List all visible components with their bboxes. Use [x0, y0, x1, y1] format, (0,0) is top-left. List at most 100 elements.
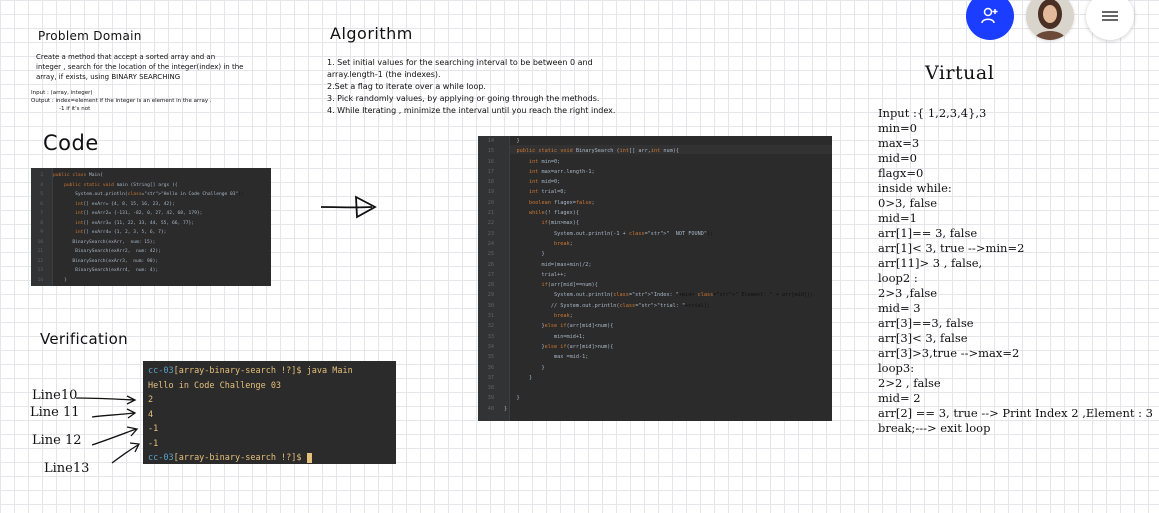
- code-text: }else if(arr[mid]>num){: [504, 343, 614, 350]
- line-number: 8: [40, 220, 43, 226]
- line-arrows: [75, 395, 140, 464]
- line-number: 26: [487, 261, 494, 268]
- add-user-icon: [981, 7, 998, 24]
- terminal-line: cc-03[array-binary-search !?]$ java Main: [148, 366, 353, 376]
- virtual-trace-line: min=0: [878, 121, 917, 135]
- code-line: 20 boolean flagex=false;: [480, 198, 813, 208]
- algorithm-code-screenshot: 14 } 15 public static void BinarySearch (…: [478, 136, 832, 421]
- avatar[interactable]: [1026, 0, 1074, 40]
- code-line: 35 max =mid-1;: [480, 352, 813, 362]
- virtual-trace-line: arr[3]==3, false: [878, 316, 974, 330]
- code-line: 9 int[] exArr4= {1, 2, 3, 5, 6, 7};: [33, 228, 244, 238]
- virtual-trace-line: 2>3 ,false: [878, 286, 938, 300]
- code-text: int max=arr.length-1;: [529, 168, 595, 175]
- code-text: public class Main{: [53, 173, 103, 178]
- line-number: 13: [37, 268, 43, 273]
- problem-output: Output : index=element if the integer is…: [31, 98, 212, 104]
- line-number: 27: [487, 271, 494, 278]
- code-text: int[] exArr2= {-131, -82, 0, 27, 42, 68,…: [75, 211, 203, 216]
- code-text: trial++;: [504, 271, 567, 278]
- code-text: break;: [553, 240, 573, 247]
- terminal-line: 2: [148, 395, 154, 405]
- problem-desc-line: Create a method that accept a sorted arr…: [36, 53, 216, 61]
- hamburger-menu-icon: [1102, 11, 1118, 21]
- code-text: int[] exArr= {4, 8, 15, 16, 23, 42};: [75, 201, 175, 207]
- line-number: 23: [487, 230, 494, 237]
- code-text: boolean flagex=false;: [529, 199, 595, 206]
- code-line: 7 int[] exArr2= {-131, -82, 0, 27, 42, 6…: [33, 209, 244, 219]
- code-text: if(arr[mid]==num){: [541, 282, 598, 289]
- code-line: 29 System.out.println(class="str">"Index…: [480, 290, 814, 300]
- virtual-trace-line: arr[1]< 3, true -->min=2: [878, 241, 1025, 255]
- code-line: 4 public static void main (String[] args…: [33, 181, 244, 191]
- problem-input: Input : (array, integer): [31, 90, 93, 96]
- virtual-trace-line: 0>3, false: [878, 196, 938, 210]
- code-line: 39 }: [480, 393, 813, 403]
- code-line: 10 BinarySearch(exArr, num: 15);: [33, 238, 244, 248]
- share-button[interactable]: [966, 0, 1014, 40]
- line-number: 37: [487, 374, 494, 381]
- virtual-trace-line: loop3:: [878, 361, 915, 375]
- line-number: 34: [487, 343, 494, 350]
- line-number: 33: [487, 333, 494, 340]
- code-line: 12 BinarySearch(exArr3, num: 90);: [33, 257, 244, 267]
- code-text: min=mid+1;: [504, 333, 586, 340]
- algorithm-step: 2.Set a flag to iterate over a while loo…: [327, 82, 486, 91]
- code-text: int[] exArr4= {1, 2, 3, 5, 6, 7};: [75, 230, 167, 235]
- code-line: 8 int[] exArr3= {11, 22, 33, 44, 55, 66,…: [33, 219, 244, 229]
- line-number: 38: [487, 385, 494, 392]
- code-text: System.out.println(-1 + class="str">" NO…: [504, 230, 714, 237]
- virtual-trace-line: mid= 2: [878, 391, 921, 405]
- code-text: BinarySearch(exArr4, num: 4);: [53, 268, 159, 273]
- code-text: BinarySearch(exArr, num: 15);: [53, 239, 156, 245]
- virtual-trace-line: inside while:: [878, 181, 952, 195]
- algorithm-title: Algorithm: [330, 24, 413, 43]
- problem-desc-line: integer , search for the location of the…: [36, 63, 244, 71]
- code-text: }: [504, 138, 520, 144]
- code-text: }else if(arr[mid]<num){: [504, 323, 614, 330]
- code-text: }: [504, 405, 508, 412]
- code-text: System.out.println(class="str">"Index: "…: [504, 292, 814, 299]
- virtual-trace: Input :{ 1,2,3,4},3 min=0 max=3 mid=0 flagx=…: [878, 106, 1158, 436]
- virtual-trace-line: mid= 3: [878, 301, 921, 315]
- line-number: 24: [487, 240, 494, 247]
- code-line: 25 }: [480, 249, 813, 259]
- line-number: 19: [487, 189, 494, 196]
- code-line: 31 break;: [480, 311, 813, 321]
- code-text: }: [504, 374, 533, 381]
- terminal-line: cc-03[array-binary-search !?]$: [148, 451, 391, 466]
- code-line: 6 int[] exArr= {4, 8, 15, 16, 23, 42};: [33, 200, 244, 210]
- algorithm-steps: 1. Set initial values for the searching …: [327, 57, 667, 117]
- algorithm-step: array.length-1 (the indexes).: [327, 70, 441, 79]
- line-number: 28: [487, 282, 494, 289]
- menu-button[interactable]: [1086, 0, 1134, 40]
- line-number: 12: [37, 258, 43, 264]
- terminal-line: Hello in Code Challenge 03: [148, 380, 282, 391]
- code-text: }: [53, 277, 67, 283]
- code-line: 38: [480, 383, 813, 393]
- code-line: 22 if(min>max){: [480, 218, 813, 228]
- code-text: }: [504, 395, 520, 402]
- virtual-trace-line: 2>2 , false: [878, 376, 941, 390]
- virtual-trace-line: max=3: [878, 136, 920, 150]
- virtual-trace-line: loop2 :: [878, 271, 918, 285]
- code-line: 3 public class Main{: [33, 171, 244, 181]
- line-number: 4: [40, 182, 43, 188]
- virtual-trace-line: mid=0: [878, 151, 917, 165]
- virtual-trace-line: break;---> exit loop: [878, 421, 991, 435]
- code-line: 17 int max=arr.length-1;: [480, 167, 813, 177]
- code-text: break;: [553, 313, 573, 320]
- line-number: 3: [40, 173, 43, 178]
- virtual-trace-line: arr[3]< 3, false: [878, 331, 968, 345]
- code-line: 11 BinarySearch(exArr2, num: 42);: [33, 247, 244, 257]
- code-line: 19 int trial=0;: [480, 187, 813, 197]
- virtual-trace-line: flagx=0: [878, 166, 924, 180]
- line-number: 31: [487, 313, 494, 320]
- code-line: 27 trial++;: [480, 270, 813, 280]
- code-line: 30 // System.out.println(class="str">"tr…: [480, 301, 813, 311]
- line-number: 29: [487, 292, 494, 299]
- line-number: 22: [487, 220, 494, 227]
- line-number: 14: [487, 138, 494, 144]
- line-number: 39: [487, 395, 494, 402]
- problem-io: Input : (array, integer) Output : index=…: [31, 89, 281, 113]
